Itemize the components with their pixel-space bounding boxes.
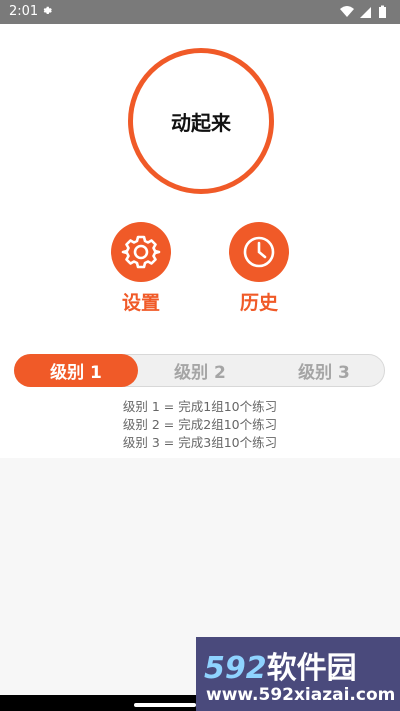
watermark-url: www.592xiazai.com	[206, 685, 396, 705]
start-workout-label: 动起来	[171, 110, 231, 135]
clock-icon	[243, 236, 275, 268]
status-bar: 2:01	[0, 0, 400, 24]
level-2-tab[interactable]: 级别 2	[138, 354, 262, 387]
battery-icon	[379, 5, 386, 18]
level-3-tab[interactable]: 级别 3	[262, 354, 386, 387]
home-gesture-pill[interactable]	[134, 703, 196, 707]
level-selector: 级别 1 级别 2 级别 3	[14, 354, 385, 387]
history-button[interactable]	[229, 222, 289, 282]
status-time: 2:01	[9, 4, 39, 19]
settings-button[interactable]	[111, 222, 171, 282]
wifi-icon	[340, 6, 354, 17]
watermark: 592软件园 www.592xiazai.com	[196, 637, 400, 711]
cellular-signal-icon	[360, 7, 371, 18]
status-icons	[340, 5, 386, 18]
watermark-number: 592	[204, 651, 267, 686]
start-workout-button[interactable]: 动起来	[128, 48, 274, 194]
level-1-tab[interactable]: 级别 1	[14, 354, 138, 387]
watermark-brand: 软件园	[266, 651, 357, 686]
gear-icon	[121, 235, 161, 269]
level-1-description: 级别 1 = 完成1组10个练习	[122, 399, 278, 414]
settings-gear-icon	[43, 6, 52, 14]
level-descriptions: 级别 1 = 完成1组10个练习 级别 2 = 完成2组10个练习 级别 3 =…	[0, 398, 400, 452]
level-3-description: 级别 3 = 完成3组10个练习	[122, 435, 278, 450]
main-panel: 动起来 设置 历史 级别 1 级别 2 级别 3 级别 1 = 完成1组10个练…	[0, 24, 400, 458]
watermark-logo: 592软件园	[204, 643, 357, 687]
history-label: 历史	[239, 292, 278, 314]
level-2-description: 级别 2 = 完成2组10个练习	[122, 417, 278, 432]
settings-label: 设置	[121, 292, 160, 314]
